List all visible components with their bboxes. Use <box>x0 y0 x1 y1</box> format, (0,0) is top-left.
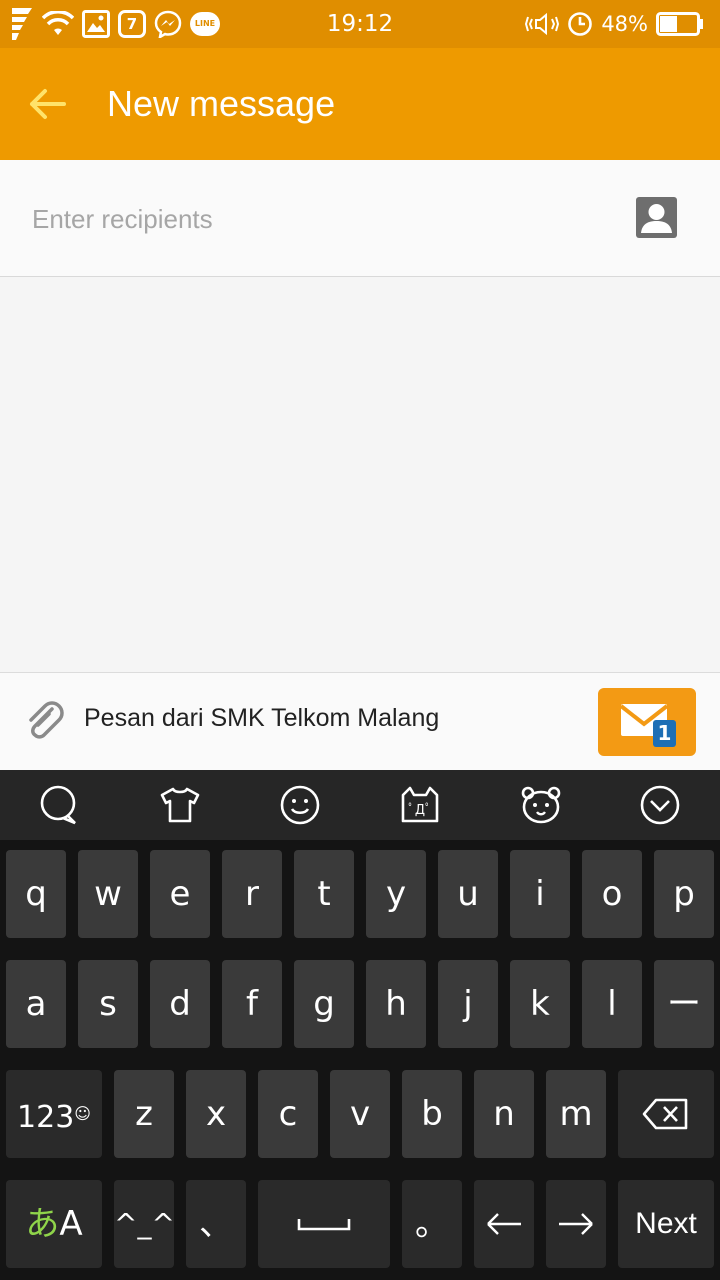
back-arrow-icon <box>30 89 66 119</box>
compose-bar: Pesan dari SMK Telkom Malang 1 <box>0 672 720 770</box>
key-p[interactable]: p <box>654 850 714 938</box>
key-l[interactable]: l <box>582 960 642 1048</box>
toolbar-emoji-button[interactable] <box>278 783 322 827</box>
key-r[interactable]: r <box>222 850 282 938</box>
key-c[interactable]: c <box>258 1070 318 1158</box>
toolbar-sticker-button[interactable] <box>519 783 563 827</box>
battery-icon <box>656 12 703 36</box>
page-title: New message <box>107 83 336 124</box>
key-number-mode[interactable]: 123☺ <box>6 1070 102 1158</box>
paperclip-icon <box>29 701 64 739</box>
key-d[interactable]: d <box>150 960 210 1048</box>
latin-mode-label: A <box>59 1204 83 1244</box>
smiley-icon <box>280 785 320 825</box>
speech-bubble-icon <box>40 785 76 825</box>
send-button[interactable]: 1 <box>598 688 696 756</box>
key-input-mode[interactable]: あA <box>6 1180 102 1268</box>
arrow-right-icon <box>559 1213 593 1235</box>
toolbar-theme-button[interactable] <box>158 783 202 827</box>
backspace-icon <box>642 1098 688 1130</box>
toolbar-kaomoji-button[interactable]: ﾟДﾟ <box>398 783 442 827</box>
key-backspace[interactable] <box>618 1070 714 1158</box>
toolbar-hide-keyboard-button[interactable] <box>638 783 682 827</box>
keyboard-toolbar: ﾟДﾟ <box>0 770 720 840</box>
tshirt-icon <box>160 787 200 823</box>
svg-text:ﾟДﾟ: ﾟДﾟ <box>408 803 431 818</box>
keyboard: ﾟДﾟ q w e r t y u i o p a s d f g h j k … <box>0 770 720 1280</box>
key-cursor-right[interactable] <box>546 1180 606 1268</box>
message-text-field[interactable]: Pesan dari SMK Telkom Malang <box>84 695 439 741</box>
new-message-screen: 7 LINE 19:12 48% New message Enter recip… <box>0 0 720 1280</box>
space-bar-icon <box>297 1219 351 1231</box>
key-long-vowel[interactable]: ー <box>654 960 714 1048</box>
key-o[interactable]: o <box>582 850 642 938</box>
key-b[interactable]: b <box>402 1070 462 1158</box>
key-e[interactable]: e <box>150 850 210 938</box>
key-period[interactable]: 。 <box>402 1180 462 1268</box>
message-thread-area <box>0 277 720 672</box>
attach-button[interactable] <box>22 699 66 743</box>
vibrate-icon <box>525 12 560 36</box>
collapse-icon <box>640 785 680 825</box>
recipient-row <box>0 160 720 277</box>
key-a[interactable]: a <box>6 960 66 1048</box>
status-bar: 7 LINE 19:12 48% <box>0 0 720 48</box>
status-bar-system: 48% <box>525 8 704 40</box>
key-f[interactable]: f <box>222 960 282 1048</box>
key-j[interactable]: j <box>438 960 498 1048</box>
contact-picker-button[interactable] <box>636 197 677 238</box>
sim-badge: 1 <box>657 721 672 745</box>
send-envelope-icon <box>619 704 676 747</box>
key-i[interactable]: i <box>510 850 570 938</box>
key-w[interactable]: w <box>78 850 138 938</box>
key-q[interactable]: q <box>6 850 66 938</box>
cat-kaomoji-icon: ﾟДﾟ <box>401 786 439 823</box>
toolbar-chat-button[interactable] <box>37 783 81 827</box>
key-cursor-left[interactable] <box>474 1180 534 1268</box>
key-comma[interactable]: 、 <box>186 1180 246 1268</box>
key-t[interactable]: t <box>294 850 354 938</box>
key-k[interactable]: k <box>510 960 570 1048</box>
contact-icon <box>636 197 677 238</box>
key-u[interactable]: u <box>438 850 498 938</box>
app-bar: New message <box>0 48 720 160</box>
key-y[interactable]: y <box>366 850 426 938</box>
key-space[interactable] <box>258 1180 390 1268</box>
kana-mode-label: あ <box>25 1204 60 1244</box>
smiley-small-icon: ☺ <box>74 1104 91 1123</box>
arrow-left-icon <box>487 1213 521 1235</box>
key-next[interactable]: Next <box>618 1180 714 1268</box>
key-g[interactable]: g <box>294 960 354 1048</box>
recipients-input[interactable] <box>32 190 592 248</box>
key-x[interactable]: x <box>186 1070 246 1158</box>
key-kaomoji[interactable]: ^_^ <box>114 1180 175 1268</box>
key-z[interactable]: z <box>114 1070 174 1158</box>
battery-percent: 48% <box>601 12 648 36</box>
bear-icon <box>521 786 561 824</box>
back-button[interactable] <box>26 82 70 126</box>
alarm-clock-icon <box>568 12 593 36</box>
key-n[interactable]: n <box>474 1070 534 1158</box>
key-m[interactable]: m <box>546 1070 606 1158</box>
key-h[interactable]: h <box>366 960 426 1048</box>
key-v[interactable]: v <box>330 1070 390 1158</box>
key-s[interactable]: s <box>78 960 138 1048</box>
number-mode-label: 123 <box>17 1100 75 1135</box>
